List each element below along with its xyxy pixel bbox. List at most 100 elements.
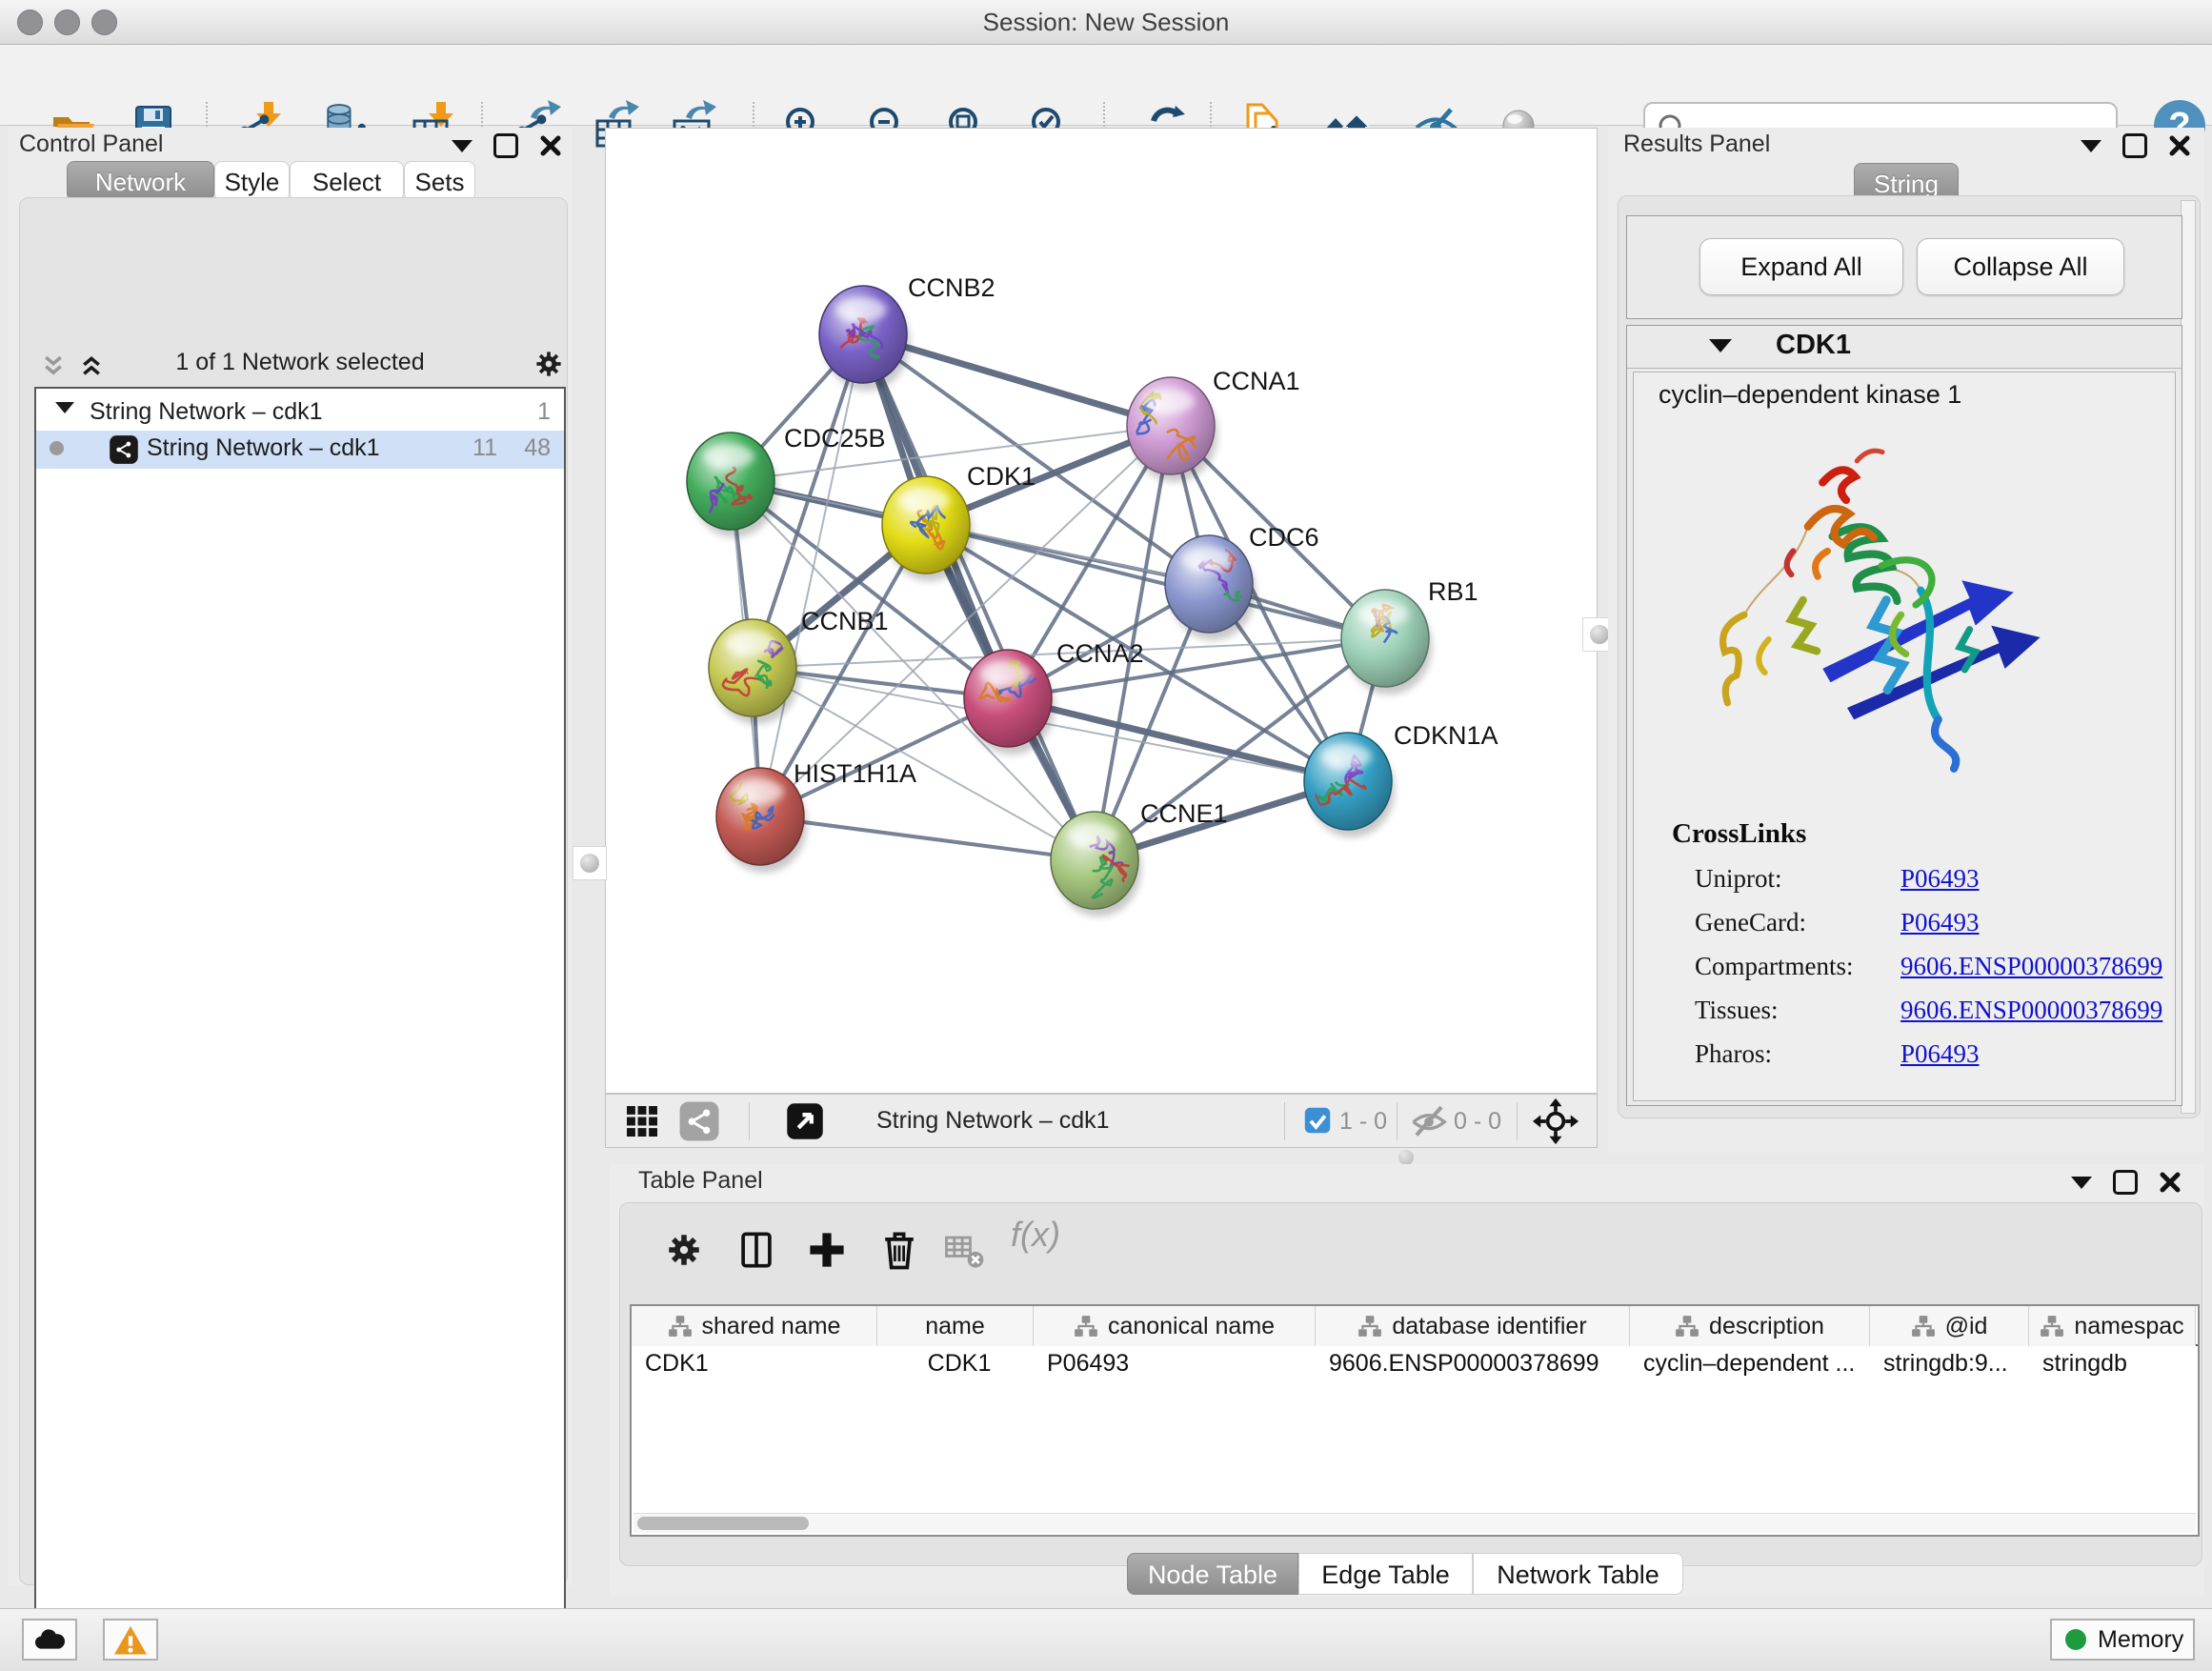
panel-float-button[interactable] [493,133,518,158]
network-options-gear-button[interactable] [530,345,568,388]
delete-table-icon [940,1226,988,1274]
tab-network[interactable]: Network [67,161,214,201]
selected-count-checkbox[interactable] [1297,1100,1337,1145]
network-node-ccnb2[interactable] [819,286,910,391]
grid-view-button[interactable] [619,1098,665,1149]
hidden-count: 0 - 0 [1454,1108,1501,1136]
panel-menu-button[interactable] [452,140,473,152]
network-graph[interactable]: CCNB2CCNA1CDC25BCDK1CDC6RB1CCNB1CCNA2CDK… [606,129,1597,1093]
warnings-button[interactable] [103,1619,158,1661]
delete-column-button[interactable] [875,1226,927,1278]
gene-detail-box: cyclin–dependent kinase 1 [1633,372,2176,1101]
cloud-icon [24,1621,75,1659]
table-header-row: shared name name canonical namedatabase id… [632,1306,2198,1346]
panel-menu-button[interactable] [2081,140,2101,152]
external-link-icon [783,1099,827,1143]
panel-close-button[interactable] [2159,1171,2182,1194]
column-header-shared-name[interactable]: shared name [632,1306,877,1346]
tab-style[interactable]: Style [214,161,290,201]
column-header-label: name [925,1313,985,1340]
network-row-selected[interactable]: String Network – cdk1 11 48 [36,431,564,469]
selected-count: 1 - 0 [1339,1108,1387,1136]
column-header-label: namespac [2074,1313,2183,1340]
column-header-database-identifier[interactable]: database identifier [1316,1306,1630,1346]
network-edge[interactable] [760,816,1095,860]
tab-sets[interactable]: Sets [404,161,475,201]
node-label-cdkn1a: CDKN1A [1394,721,1498,750]
trash-icon [875,1226,923,1274]
crosslink-link[interactable]: P06493 [1900,1039,1980,1069]
network-edge[interactable] [760,334,863,816]
panel-float-button[interactable] [2113,1170,2138,1195]
network-list-button[interactable] [676,1098,722,1149]
control-panel: Control Panel NetworkStyleSelectSets 1 o… [8,128,572,1585]
network-node-count: 11 [459,434,497,462]
column-header-namespac[interactable]: namespac [2029,1306,2196,1346]
hidden-eye-icon[interactable] [1408,1099,1450,1146]
gear-icon [530,345,568,383]
function-builder-button[interactable]: f(x) [1011,1215,1062,1266]
tree-expander-icon[interactable] [55,402,74,413]
left-splitter-handle[interactable] [573,846,607,880]
tab-edge-table[interactable]: Edge Table [1298,1553,1473,1595]
network-node-cdkn1a[interactable] [1304,733,1395,837]
gene-entry-header[interactable]: CDK1 [1627,326,2182,369]
crosslink-link[interactable]: 9606.ENSP00000378699 [1900,952,2162,981]
entry-expander-icon [1709,339,1732,352]
network-node-cdk1[interactable] [882,476,973,581]
tab-select[interactable]: Select [290,161,404,201]
detach-view-button[interactable] [783,1099,827,1148]
network-node-rb1[interactable] [1341,590,1432,695]
show-columns-button[interactable] [733,1226,784,1278]
node-label-ccna2: CCNA2 [1056,639,1144,668]
panel-close-button[interactable] [539,134,562,157]
column-header-name[interactable]: name [877,1306,1034,1346]
network-collection-count: 1 [513,398,551,426]
column-namespace-icon [1357,1314,1382,1339]
window-titlebar: Session: New Session [0,0,2212,45]
node-label-cdc6: CDC6 [1249,523,1319,552]
table-cell: CDK1 [645,1350,872,1388]
crosslink-link[interactable]: P06493 [1900,908,1980,937]
network-node-ccnb1[interactable] [709,619,799,724]
table-options-gear-button[interactable] [660,1226,712,1278]
add-column-button[interactable] [803,1226,855,1278]
crosslink-link[interactable]: 9606.ENSP00000378699 [1900,996,2162,1025]
horizontal-splitter-handle[interactable] [1398,1150,1414,1165]
panel-menu-button[interactable] [2071,1177,2092,1189]
panel-close-button[interactable] [2168,134,2191,157]
expand-all-button[interactable]: Expand All [1699,238,1903,295]
crosslink-link[interactable]: P06493 [1900,864,1980,894]
birds-eye-view-button[interactable] [1532,1097,1579,1150]
scrollbar-thumb[interactable] [637,1517,809,1530]
column-header-description[interactable]: description [1630,1306,1870,1346]
tab-node-table[interactable]: Node Table [1127,1553,1298,1595]
column-header-canonical-name[interactable]: canonical name [1034,1306,1316,1346]
column-header-label: @id [1945,1313,1988,1340]
move-crosshair-icon [1532,1097,1579,1145]
crosslink-row: Uniprot:P06493 [1695,864,1782,894]
expand-collapse-box: Expand All Collapse All [1626,215,2182,319]
network-canvas[interactable]: CCNB2CCNA1CDC25BCDK1CDC6RB1CCNB1CCNA2CDK… [605,128,1598,1094]
column-header--id[interactable]: @id [1870,1306,2029,1346]
crosslink-label: GeneCard: [1695,908,1806,936]
results-scrollbar[interactable] [2181,200,2196,1114]
node-label-ccnb1: CCNB1 [801,607,889,635]
node-label-ccna1: CCNA1 [1213,367,1300,395]
panel-float-button[interactable] [2122,133,2147,158]
control-panel-title: Control Panel [19,131,163,158]
network-collection-row[interactable]: String Network – cdk1 1 [36,396,564,433]
main-toolbar: ? [0,45,2212,126]
tab-network-table[interactable]: Network Table [1473,1553,1683,1595]
column-namespace-icon [668,1314,693,1339]
network-node-cdc25b[interactable] [687,433,777,537]
protein-structure-image [1672,433,2091,776]
network-edge-count: 48 [513,434,551,462]
table-panel-body: f(x) shared name name canonical namedataba… [619,1202,2202,1566]
delete-table-button[interactable] [940,1226,992,1278]
memory-button[interactable]: Memory [2050,1619,2195,1661]
results-panel-title: Results Panel [1623,131,1770,158]
network-node-ccna1[interactable] [1127,377,1217,482]
cloud-button[interactable] [22,1619,77,1661]
collapse-all-button[interactable]: Collapse All [1917,238,2124,295]
